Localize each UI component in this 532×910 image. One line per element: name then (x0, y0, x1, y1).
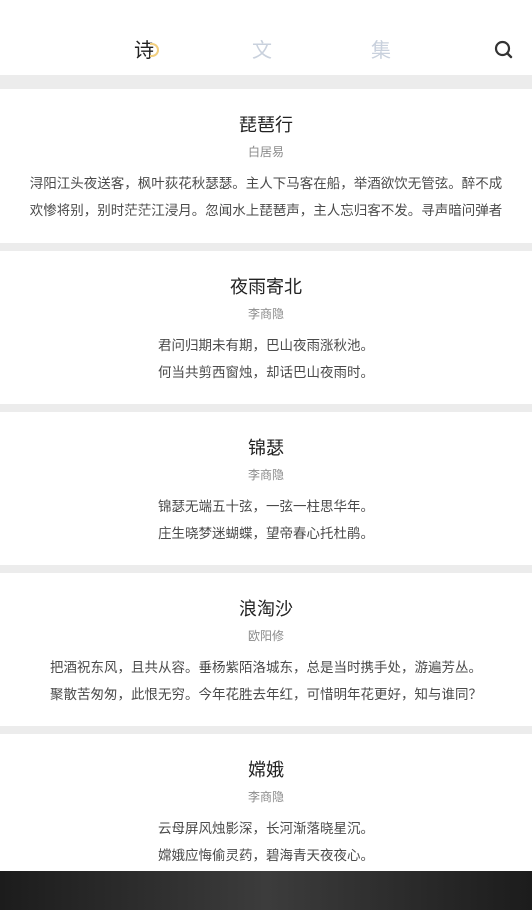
poem-card[interactable]: 嫦娥 李商隐 云母屏风烛影深，长河渐落晓星沉。 嫦娥应悔偷灵药，碧海青天夜夜心。 (0, 734, 532, 884)
poem-title: 夜雨寄北 (230, 277, 302, 298)
poem-title: 浪淘沙 (239, 599, 293, 620)
poem-author: 李商隐 (247, 468, 284, 482)
poem-title: 嫦娥 (248, 760, 284, 781)
poem-line: 浔阳江头夜送客，枫叶荻花秋瑟瑟。主人下马客在船，举酒欲饮无管弦。醉不成 (29, 176, 503, 192)
tab-label: 文 (252, 38, 272, 62)
poem-excerpt: 君问归期未有期，巴山夜雨涨秋池。 何当共剪西窗烛，却话巴山夜雨时。 (0, 333, 532, 387)
poem-author: 李商隐 (247, 790, 284, 804)
poem-author: 白居易 (247, 145, 284, 159)
tab-collection[interactable]: 集 (361, 36, 401, 64)
poem-list: 琵琶行 白居易 浔阳江头夜送客，枫叶荻花秋瑟瑟。主人下马客在船，举酒欲饮无管弦。… (0, 89, 532, 884)
poem-line: 锦瑟无端五十弦，一弦一柱思华年。 (158, 499, 374, 515)
poem-line: 何当共剪西窗烛，却话巴山夜雨时。 (158, 365, 374, 381)
app-screen: 诗 文 集 琵琶行 白居易 浔阳江头夜送客，枫叶荻花秋瑟瑟。主人下马客在船，举酒… (0, 0, 532, 910)
poem-card[interactable]: 锦瑟 李商隐 锦瑟无端五十弦，一弦一柱思华年。 庄生晓梦迷蝴蝶，望帝春心托杜鹃。 (0, 412, 532, 565)
poem-card[interactable]: 夜雨寄北 李商隐 君问归期未有期，巴山夜雨涨秋池。 何当共剪西窗烛，却话巴山夜雨… (0, 251, 532, 404)
bottom-bar (0, 871, 532, 910)
search-icon (494, 40, 513, 59)
poem-title: 锦瑟 (248, 438, 284, 459)
poem-line: 庄生晓梦迷蝴蝶，望帝春心托杜鹃。 (158, 526, 374, 542)
poem-title: 琵琶行 (239, 115, 293, 136)
poem-author: 欧阳修 (247, 629, 284, 643)
poem-excerpt: 把酒祝东风，且共从容。垂杨紫陌洛城东，总是当时携手处，游遍芳丛。 聚散苦匆匆，此… (0, 655, 532, 709)
poem-line: 聚散苦匆匆，此恨无穷。今年花胜去年红，可惜明年花更好，知与谁同？ (50, 687, 482, 703)
tab-label: 集 (371, 38, 391, 62)
poem-excerpt: 云母屏风烛影深，长河渐落晓星沉。 嫦娥应悔偷灵药，碧海青天夜夜心。 (0, 816, 532, 870)
poem-line: 君问归期未有期，巴山夜雨涨秋池。 (158, 338, 374, 354)
tab-prose[interactable]: 文 (242, 36, 282, 64)
poem-author: 李商隐 (247, 307, 284, 321)
poem-line: 把酒祝东风，且共从容。垂杨紫陌洛城东，总是当时携手处，游遍芳丛。 (50, 660, 482, 676)
search-button[interactable] (490, 36, 518, 64)
poem-card[interactable]: 琵琶行 白居易 浔阳江头夜送客，枫叶荻花秋瑟瑟。主人下马客在船，举酒欲饮无管弦。… (0, 89, 532, 243)
poem-line: 欢惨将别，别时茫茫江浸月。忽闻水上琵琶声，主人忘归客不发。寻声暗问弹者 (29, 203, 503, 219)
poem-excerpt: 浔阳江头夜送客，枫叶荻花秋瑟瑟。主人下马客在船，举酒欲饮无管弦。醉不成 欢惨将别… (0, 171, 532, 225)
poem-excerpt: 锦瑟无端五十弦，一弦一柱思华年。 庄生晓梦迷蝴蝶，望帝春心托杜鹃。 (0, 494, 532, 548)
top-nav: 诗 文 集 (0, 0, 532, 75)
poem-card[interactable]: 浪淘沙 欧阳修 把酒祝东风，且共从容。垂杨紫陌洛城东，总是当时携手处，游遍芳丛。… (0, 573, 532, 726)
poem-line: 嫦娥应悔偷灵药，碧海青天夜夜心。 (158, 848, 374, 864)
poem-line: 云母屏风烛影深，长河渐落晓星沉。 (158, 821, 374, 837)
